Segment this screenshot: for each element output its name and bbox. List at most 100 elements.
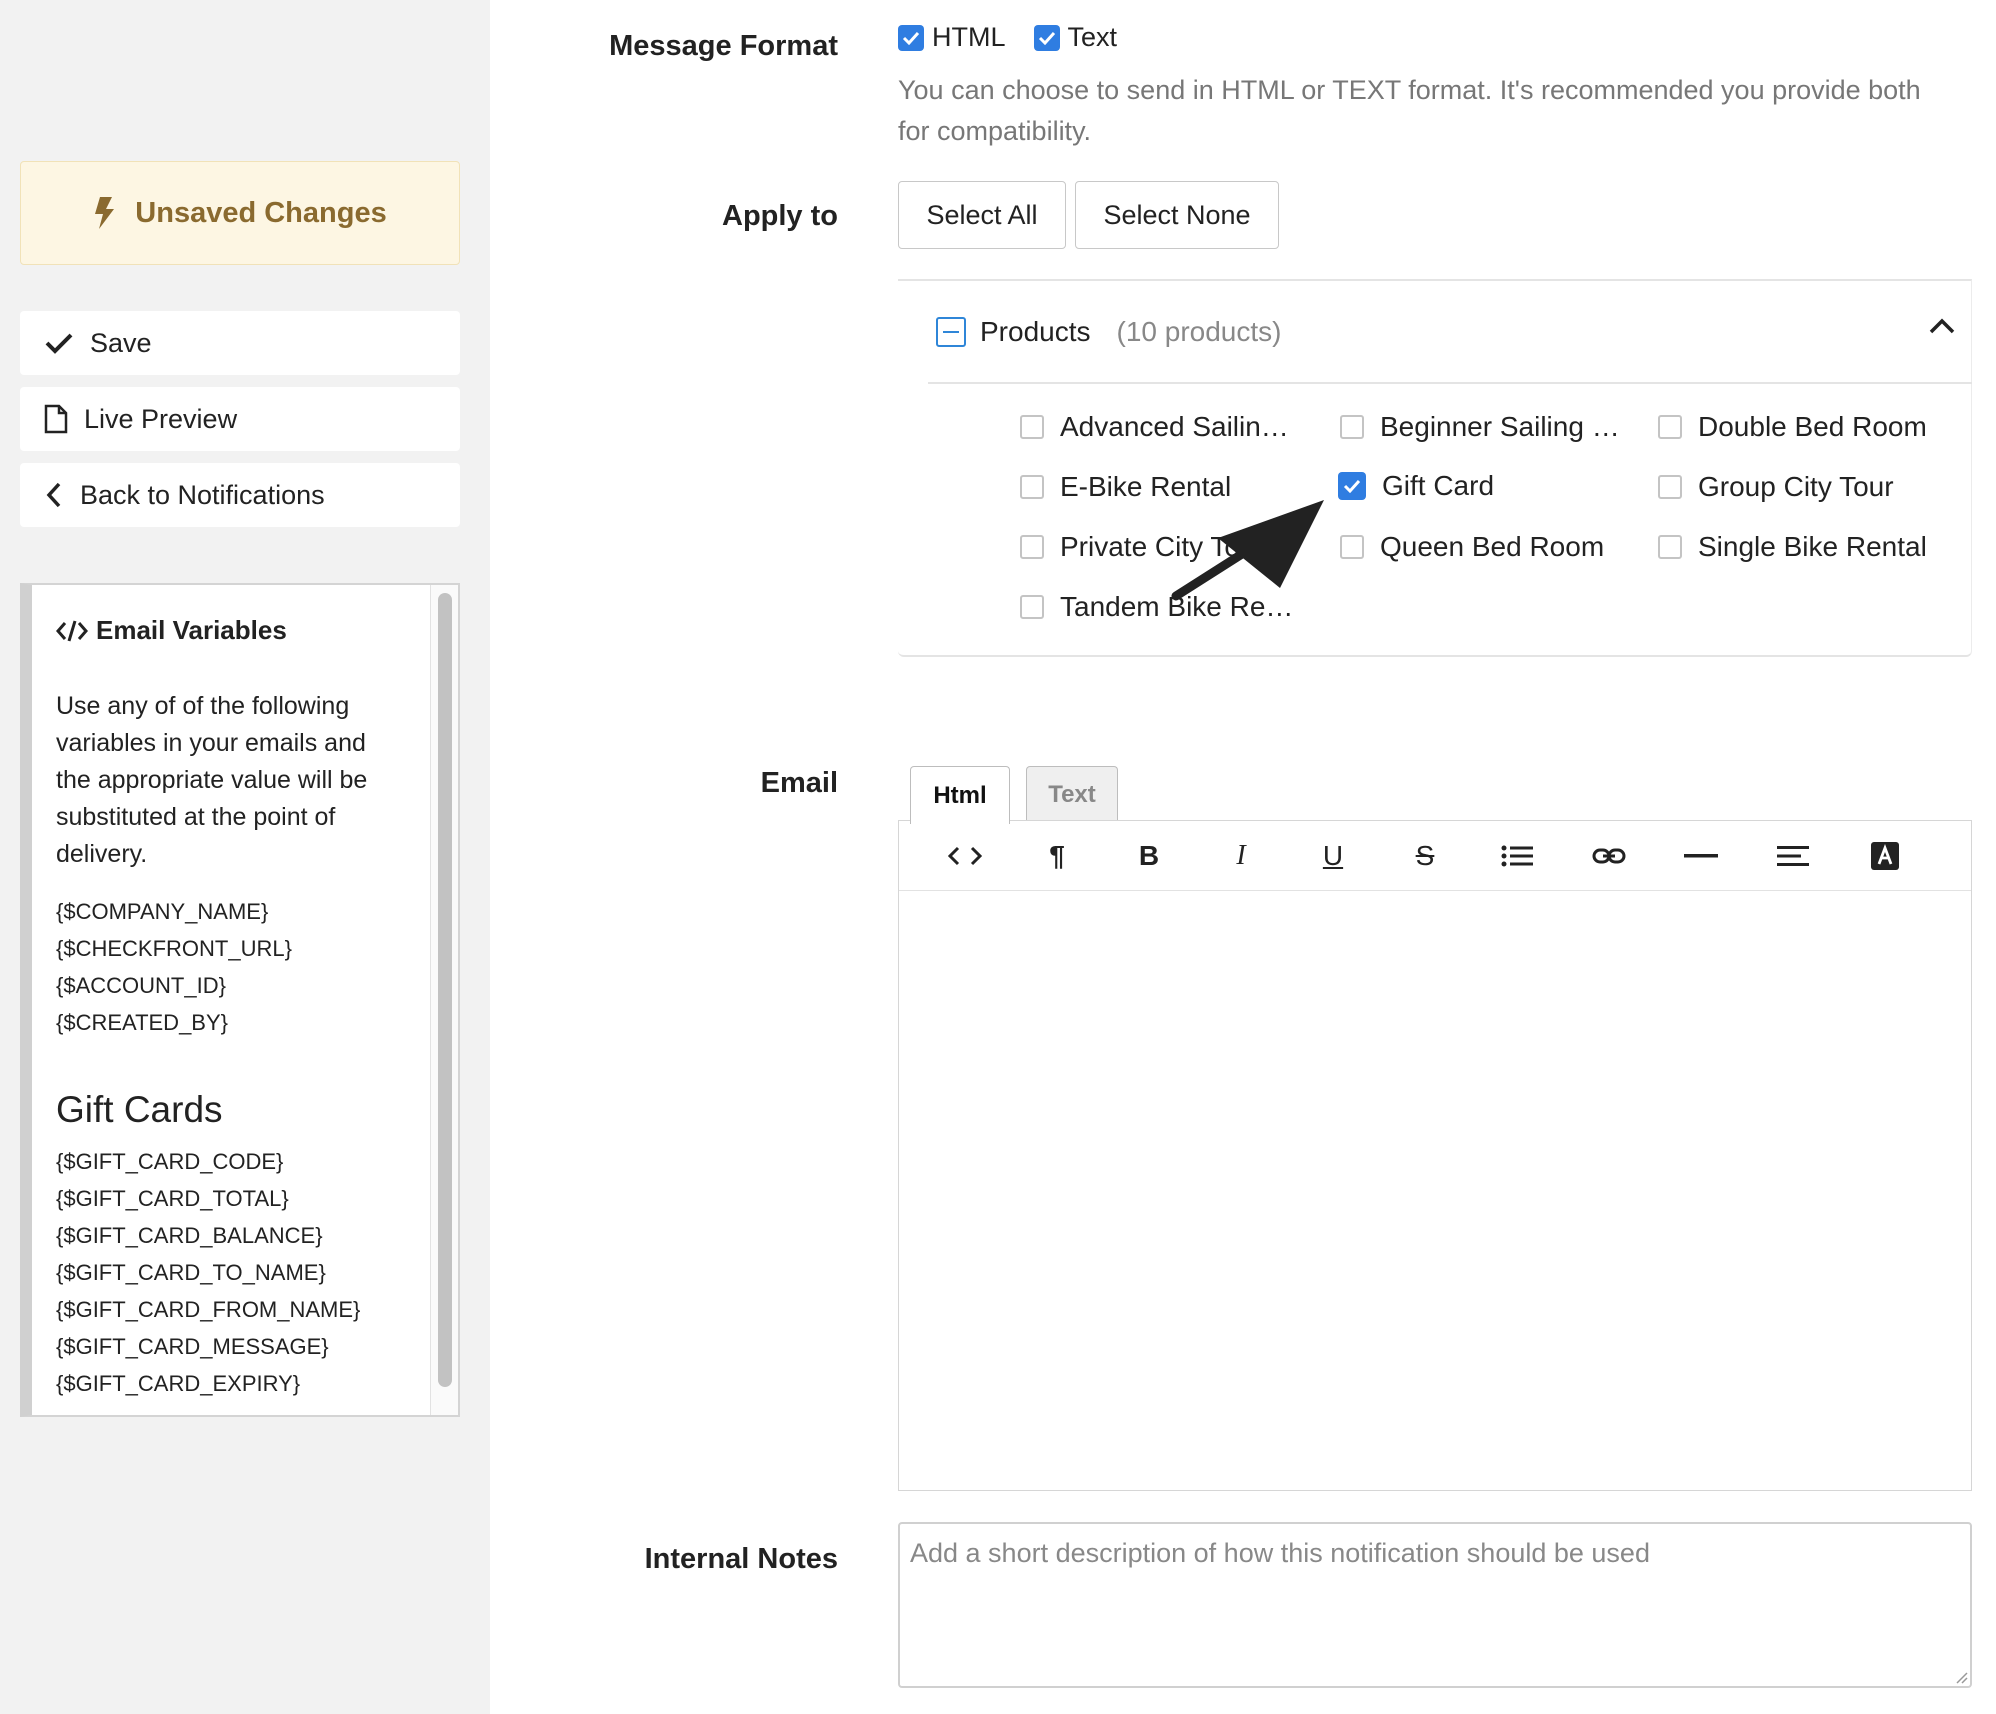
paragraph-icon: ¶ [1049, 839, 1065, 871]
products-panel: Products (10 products) Advanced Sailin… … [898, 279, 1972, 657]
variable-item: {$GIFT_CARD_TOTAL} [56, 1186, 289, 1211]
bullet-list-icon [1501, 845, 1533, 866]
gift-card-variables-list: {$GIFT_CARD_CODE} {$GIFT_CARD_TOTAL} {$G… [56, 1143, 402, 1402]
strikethrough-icon: S [1415, 839, 1435, 871]
product-checkbox[interactable] [1020, 595, 1044, 619]
product-label: Beginner Sailing … [1380, 411, 1620, 442]
bold-icon: B [1138, 839, 1160, 871]
internal-notes-label: Internal Notes [644, 1543, 838, 1575]
email-editor[interactable]: ¶ B I U S [898, 820, 1972, 1491]
variable-item: {$GIFT_CARD_FROM_NAME} [56, 1297, 361, 1322]
email-variables-title: Email Variables [56, 615, 402, 646]
checkmark-icon [45, 333, 73, 354]
gift-cards-heading: Gift Cards [56, 1089, 223, 1130]
live-preview-label: Live Preview [84, 403, 238, 434]
save-button[interactable]: Save [20, 311, 460, 375]
variable-item: {$GIFT_CARD_MESSAGE} [56, 1334, 329, 1359]
variable-item: {$GIFT_CARD_BALANCE} [56, 1223, 323, 1248]
product-label: Queen Bed Room [1380, 531, 1605, 562]
save-label: Save [90, 327, 152, 358]
unsaved-changes-label: Unsaved Changes [135, 196, 387, 229]
italic-icon: I [1236, 839, 1246, 871]
product-single-bike-rental[interactable]: Single Bike Rental [1658, 531, 1927, 563]
product-queen-bed-room[interactable]: Queen Bed Room [1340, 531, 1604, 563]
paragraph-button[interactable]: ¶ [1011, 821, 1103, 891]
email-variables-panel: Email Variables Use any of of the follow… [20, 583, 460, 1417]
variable-item: {$GIFT_CARD_EXPIRY} [56, 1371, 301, 1396]
variables-scrollbar-thumb[interactable] [438, 593, 452, 1387]
product-checkbox[interactable] [1340, 415, 1364, 439]
tab-html[interactable]: Html [910, 766, 1010, 824]
html-format-checkbox[interactable]: HTML [898, 22, 1006, 53]
product-double-bed-room[interactable]: Double Bed Room [1658, 411, 1927, 443]
product-group-city-tour[interactable]: Group City Tour [1658, 471, 1894, 503]
products-count: (10 products) [1116, 315, 1282, 347]
align-button[interactable] [1747, 821, 1839, 891]
select-none-button[interactable]: Select None [1075, 181, 1279, 249]
text-format-checkbox[interactable]: Text [1033, 22, 1117, 53]
internal-notes-input[interactable] [898, 1522, 1972, 1688]
product-checkbox-checked[interactable] [1338, 472, 1366, 500]
horizontal-rule-button[interactable] [1655, 821, 1747, 891]
message-format-options: HTML Text [898, 22, 1117, 53]
lightning-bolt-icon [95, 197, 115, 229]
tab-text[interactable]: Text [1026, 766, 1118, 822]
product-label: Single Bike Rental [1698, 531, 1927, 562]
variable-item: {$COMPANY_NAME} [56, 899, 269, 924]
products-header[interactable]: Products (10 products) [928, 281, 1972, 384]
message-format-label: Message Format [609, 30, 838, 62]
code-brackets-icon [948, 846, 982, 865]
product-checkbox[interactable] [1020, 535, 1044, 559]
link-button[interactable] [1563, 821, 1655, 891]
chevron-up-icon[interactable] [1928, 317, 1956, 335]
variable-item: {$ACCOUNT_ID} [56, 973, 226, 998]
products-partial-checkbox[interactable] [936, 316, 966, 347]
product-checkbox[interactable] [1340, 535, 1364, 559]
editor-toolbar: ¶ B I U S [899, 821, 1971, 891]
product-label: Advanced Sailin… [1060, 411, 1289, 442]
product-checkbox[interactable] [1020, 415, 1044, 439]
text-color-button[interactable] [1839, 821, 1931, 891]
variables-scrollbar-track[interactable] [430, 585, 458, 1415]
strikethrough-button[interactable]: S [1379, 821, 1471, 891]
annotation-arrow-icon [1171, 500, 1324, 601]
product-checkbox[interactable] [1020, 475, 1044, 499]
underline-button[interactable]: U [1287, 821, 1379, 891]
text-checkbox-box[interactable] [1033, 24, 1060, 51]
unsaved-changes-banner: Unsaved Changes [20, 161, 460, 265]
product-label: Double Bed Room [1698, 411, 1927, 442]
variable-item: {$CHECKFRONT_URL} [56, 936, 292, 961]
variable-item: {$GIFT_CARD_CODE} [56, 1149, 284, 1174]
general-variables-list: {$COMPANY_NAME} {$CHECKFRONT_URL} {$ACCO… [56, 893, 402, 1041]
horizontal-rule-icon [1684, 853, 1718, 857]
html-checkbox-box[interactable] [898, 24, 924, 51]
product-checkbox[interactable] [1658, 415, 1682, 439]
product-beginner-sailing[interactable]: Beginner Sailing … [1340, 411, 1620, 443]
product-checkbox[interactable] [1658, 475, 1682, 499]
product-gift-card[interactable]: Gift Card [1338, 470, 1494, 502]
italic-button[interactable]: I [1195, 821, 1287, 891]
message-format-help: You can choose to send in HTML or TEXT f… [898, 75, 1921, 146]
resize-handle-icon[interactable] [1954, 1670, 1968, 1684]
variable-item: {$CREATED_BY} [56, 1010, 229, 1035]
text-color-icon [1871, 841, 1899, 870]
align-left-icon [1777, 845, 1809, 866]
sidebar: Unsaved Changes Save Live Preview Back t… [0, 0, 490, 1714]
product-checkbox[interactable] [1658, 535, 1682, 559]
link-icon [1592, 848, 1626, 863]
email-label: Email [760, 767, 838, 799]
document-icon [44, 404, 68, 434]
code-view-button[interactable] [919, 821, 1011, 891]
email-variables-description: Use any of of the following variables in… [56, 692, 368, 868]
html-format-label: HTML [932, 22, 1006, 52]
product-advanced-sailing[interactable]: Advanced Sailin… [1020, 411, 1289, 443]
underline-icon: U [1322, 839, 1344, 871]
products-title: Products [980, 315, 1091, 347]
email-variables-title-text: Email Variables [96, 615, 287, 645]
bold-button[interactable]: B [1103, 821, 1195, 891]
select-all-button[interactable]: Select All [898, 181, 1066, 249]
live-preview-button[interactable]: Live Preview [20, 387, 460, 451]
back-to-notifications-button[interactable]: Back to Notifications [20, 463, 460, 527]
bullet-list-button[interactable] [1471, 821, 1563, 891]
back-label: Back to Notifications [80, 479, 325, 510]
